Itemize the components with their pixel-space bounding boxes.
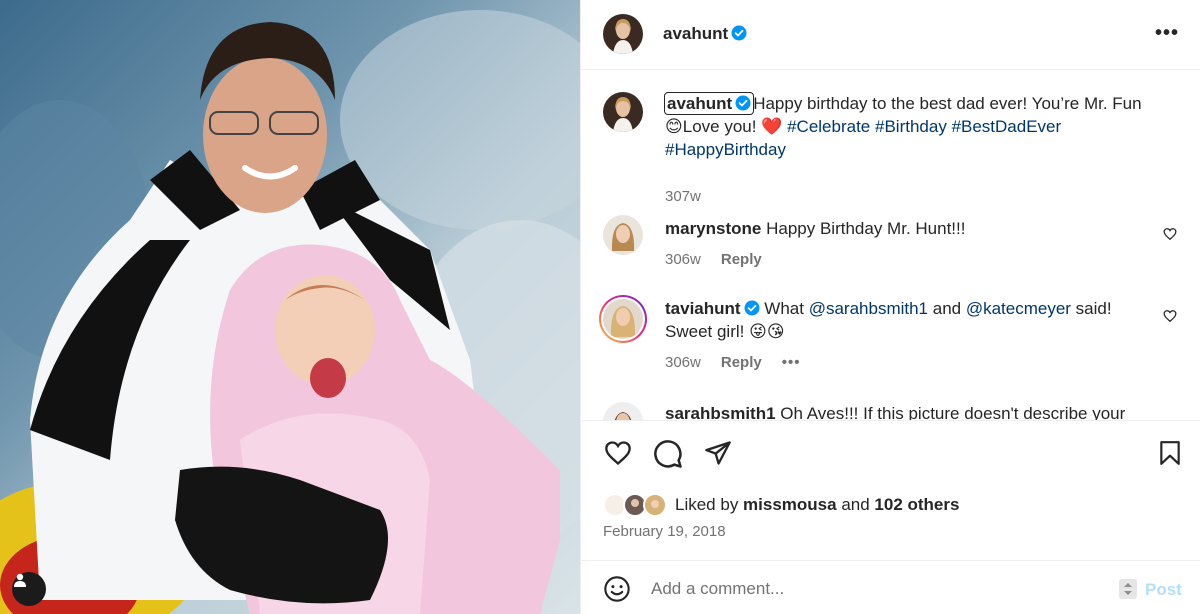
post-comment-button[interactable]: Post	[1145, 580, 1182, 600]
input-resize-grip[interactable]	[1119, 579, 1137, 599]
post-date[interactable]: February 19, 2018	[603, 523, 726, 540]
smile-emoji: 😊	[665, 117, 683, 136]
comment-emojis: 😜😘	[749, 322, 785, 341]
comment-body: Oh Aves!!! If this picture doesn't descr…	[780, 404, 1126, 420]
verified-badge-icon	[735, 95, 751, 111]
hashtag-link[interactable]: #Celebrate	[787, 117, 870, 136]
updown-arrows-icon	[1124, 583, 1132, 595]
reply-button[interactable]: Reply	[721, 251, 762, 268]
comment-composer: Post	[581, 560, 1200, 614]
comment-meta: 306w Reply	[665, 251, 762, 268]
comment-bubble-icon[interactable]	[653, 439, 683, 469]
author-avatar[interactable]	[603, 14, 643, 54]
author-username[interactable]: avahunt	[663, 24, 747, 44]
verified-badge-icon	[744, 300, 760, 316]
comment-more-button[interactable]: •••	[782, 354, 801, 371]
reply-button[interactable]: Reply	[721, 354, 762, 371]
likes-summary[interactable]: Liked by missmousa and 102 others	[675, 495, 959, 515]
caption-username[interactable]: avahunt	[663, 92, 755, 115]
comment-text: taviahunt What @sarahbsmith1 and @katecm…	[665, 297, 1155, 343]
paper-plane-icon[interactable]	[703, 439, 733, 467]
post-actions: Liked by missmousa and 102 others Februa…	[581, 420, 1200, 560]
comment-body: and	[928, 299, 966, 318]
hashtag-link[interactable]: #Birthday	[875, 117, 947, 136]
comment-body: What	[764, 299, 809, 318]
comment-username[interactable]: marynstone	[665, 219, 761, 238]
heart-icon[interactable]	[603, 439, 633, 467]
caption-meta: 307w	[665, 188, 701, 205]
photo-illustration	[0, 10, 580, 614]
mention-link[interactable]: @sarahbsmith1	[809, 299, 928, 318]
comment-username[interactable]: taviahunt	[665, 299, 760, 318]
comment-meta: 306w Reply •••	[665, 354, 800, 371]
bookmark-icon[interactable]	[1157, 439, 1183, 467]
comment-text: marynstone Happy Birthday Mr. Hunt!!!	[665, 217, 1155, 240]
post-photo[interactable]	[0, 0, 580, 614]
liked-by-user[interactable]: missmousa	[743, 495, 837, 514]
heart-emoji: ❤️	[761, 117, 783, 136]
mention-link[interactable]: @katecmeyer	[966, 299, 1071, 318]
post-panel: avahunt ••• avahunt Happy birthday to the…	[580, 0, 1200, 614]
comment-age[interactable]: 306w	[665, 251, 701, 268]
heart-icon[interactable]	[1163, 309, 1177, 323]
caption-age[interactable]: 307w	[665, 188, 701, 205]
verified-badge-icon	[731, 25, 747, 41]
smiley-icon[interactable]	[603, 575, 631, 603]
caption-avatar[interactable]	[603, 92, 643, 132]
user-tag-icon	[14, 573, 26, 587]
hashtag-link[interactable]: #BestDadEver	[952, 117, 1062, 136]
comment-username[interactable]: sarahbsmith1	[665, 404, 776, 420]
caption-body: Happy birthday to the best dad ever! You…	[753, 94, 1142, 113]
comments-list[interactable]: avahunt Happy birthday to the best dad ev…	[581, 70, 1200, 420]
commenter-avatar[interactable]	[603, 215, 643, 255]
likes-count[interactable]: 102 others	[874, 495, 959, 514]
heart-icon[interactable]	[1163, 227, 1177, 241]
caption-body-2: Love you!	[682, 117, 762, 136]
caption-text: avahunt Happy birthday to the best dad ev…	[663, 92, 1155, 161]
more-options-button[interactable]: •••	[1155, 22, 1179, 45]
comment-body: Happy Birthday Mr. Hunt!!!	[766, 219, 966, 238]
tag-button[interactable]	[12, 572, 46, 606]
commenter-avatar-story[interactable]	[599, 295, 647, 343]
post-header: avahunt •••	[581, 0, 1200, 70]
hashtag-link[interactable]: #HappyBirthday	[665, 140, 786, 159]
comment-age[interactable]: 306w	[665, 354, 701, 371]
comment-input[interactable]	[651, 575, 1091, 603]
liker-avatars[interactable]	[603, 493, 673, 517]
commenter-avatar[interactable]	[603, 402, 643, 420]
comment-text: sarahbsmith1 Oh Aves!!! If this picture …	[665, 402, 1155, 420]
